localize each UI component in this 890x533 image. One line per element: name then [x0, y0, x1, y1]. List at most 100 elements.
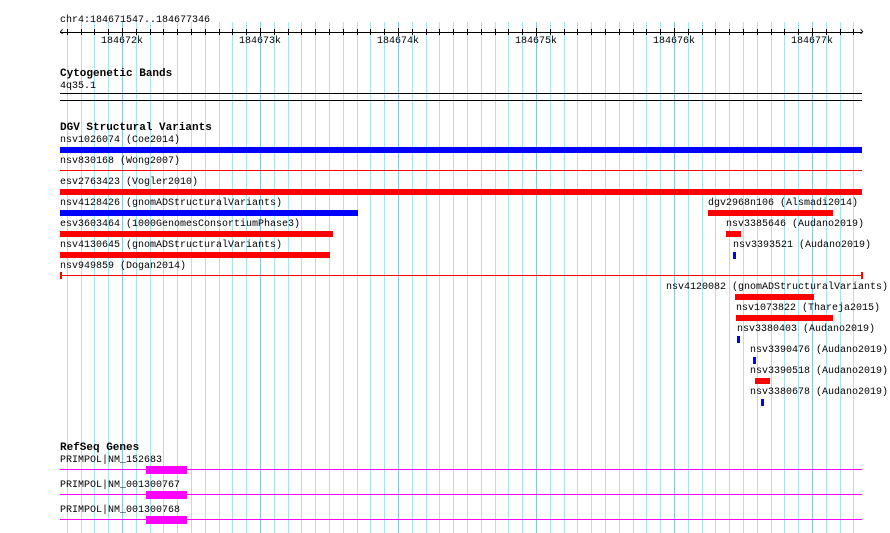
ruler-tick [522, 29, 523, 35]
grid-line [467, 22, 468, 533]
ruler-tick [564, 29, 565, 35]
sv-bar[interactable] [735, 294, 814, 300]
grid-line [826, 22, 827, 533]
ruler-tick [605, 29, 606, 35]
grid-line [702, 22, 703, 533]
grid-line [646, 22, 647, 533]
ruler-tick [246, 29, 247, 35]
sv-bar[interactable] [755, 378, 770, 384]
gene-label: PRIMPOL|NM_001300768 [60, 505, 181, 516]
grid-line [329, 22, 330, 533]
ruler-tick [633, 29, 634, 35]
grid-line [840, 22, 841, 533]
grid-line [205, 22, 206, 533]
ruler-tick [467, 29, 468, 35]
ruler-tick [840, 29, 841, 35]
ruler-tick [715, 29, 716, 35]
ruler-tick [67, 29, 68, 35]
ruler-tick [191, 29, 192, 35]
sv-bar[interactable] [737, 336, 740, 343]
grid-line [439, 22, 440, 533]
ruler-label: 184676k [653, 36, 696, 47]
grid-line [191, 22, 192, 533]
sv-bar[interactable] [753, 357, 756, 364]
grid-line [219, 22, 220, 533]
sv-label: esv3603464 (1000GenomesConsortiumPhase3) [60, 219, 301, 230]
grid-line [274, 22, 275, 533]
sv-label: dgv2968n106 (Alsmadi2014) [708, 198, 859, 209]
scroll-right-icon[interactable]: › [858, 25, 865, 39]
ruler-tick [384, 29, 385, 35]
exon[interactable] [146, 466, 187, 474]
sv-bar[interactable] [761, 399, 764, 406]
grid-line [163, 22, 164, 533]
ruler-tick [219, 29, 220, 35]
ruler-tick [136, 29, 137, 35]
ruler-tick [426, 29, 427, 35]
grid-line [591, 22, 592, 533]
sv-bar[interactable] [733, 252, 736, 259]
ruler-label: 184677k [791, 36, 834, 47]
ruler-tick [771, 29, 772, 35]
ruler-tick [232, 29, 233, 35]
sv-bar[interactable] [60, 189, 862, 195]
sv-end-cap [60, 272, 62, 279]
track-title-refseq: RefSeq Genes [60, 442, 140, 454]
track-title-dgv: DGV Structural Variants [60, 122, 212, 134]
sv-label: nsv3390476 (Audano2019) [750, 345, 889, 356]
ruler-tick [591, 29, 592, 35]
ruler-tick [412, 29, 413, 35]
grid-line [288, 22, 289, 533]
grid-line [370, 22, 371, 533]
scroll-left-icon[interactable]: ‹ [58, 25, 65, 39]
grid-line [564, 22, 565, 533]
ruler-tick [122, 28, 123, 36]
cyto-band[interactable] [60, 93, 862, 94]
ruler-label: 184675k [515, 36, 558, 47]
ruler-tick [315, 29, 316, 35]
ruler-tick [784, 29, 785, 35]
ruler-tick [550, 29, 551, 35]
grid-line [384, 22, 385, 533]
grid-line [246, 22, 247, 533]
sv-bar[interactable] [60, 147, 862, 153]
ruler-tick [619, 29, 620, 35]
ruler-tick [674, 28, 675, 36]
ruler-tick [702, 29, 703, 35]
sv-bar[interactable] [726, 231, 741, 237]
exon[interactable] [146, 516, 187, 524]
grid-line [853, 22, 854, 533]
sv-bar[interactable] [60, 252, 330, 258]
grid-line [426, 22, 427, 533]
ruler-tick [439, 29, 440, 35]
sv-label: nsv4128426 (gnomADStructuralVariants) [60, 198, 283, 209]
grid-line [343, 22, 344, 533]
ruler-location: chr4:184671547..184677346 [60, 15, 211, 26]
ruler-tick [177, 29, 178, 35]
ruler-label: 184672k [101, 36, 144, 47]
ruler-tick [798, 29, 799, 35]
ruler-tick [660, 29, 661, 35]
exon[interactable] [146, 491, 187, 499]
sv-label: nsv4120082 (gnomADStructuralVariants) [666, 282, 889, 293]
grid-line [674, 22, 675, 533]
sv-bar[interactable] [60, 210, 358, 216]
sv-bar[interactable] [60, 231, 333, 237]
grid-line [550, 22, 551, 533]
grid-line [812, 22, 813, 533]
ruler-tick [757, 29, 758, 35]
sv-bar[interactable] [60, 170, 862, 171]
sv-bar[interactable] [60, 275, 862, 276]
ruler-tick [826, 29, 827, 35]
ruler-tick [495, 29, 496, 35]
grid-line [232, 22, 233, 533]
sv-label: nsv1073822 (Thareja2015) [736, 303, 881, 314]
sv-bar[interactable] [736, 315, 833, 321]
ruler-tick [163, 29, 164, 35]
ruler-tick [205, 29, 206, 35]
sv-end-cap [861, 272, 863, 279]
grid-line [536, 22, 537, 533]
grid-line [688, 22, 689, 533]
grid-line [260, 22, 261, 533]
sv-bar[interactable] [708, 210, 833, 216]
